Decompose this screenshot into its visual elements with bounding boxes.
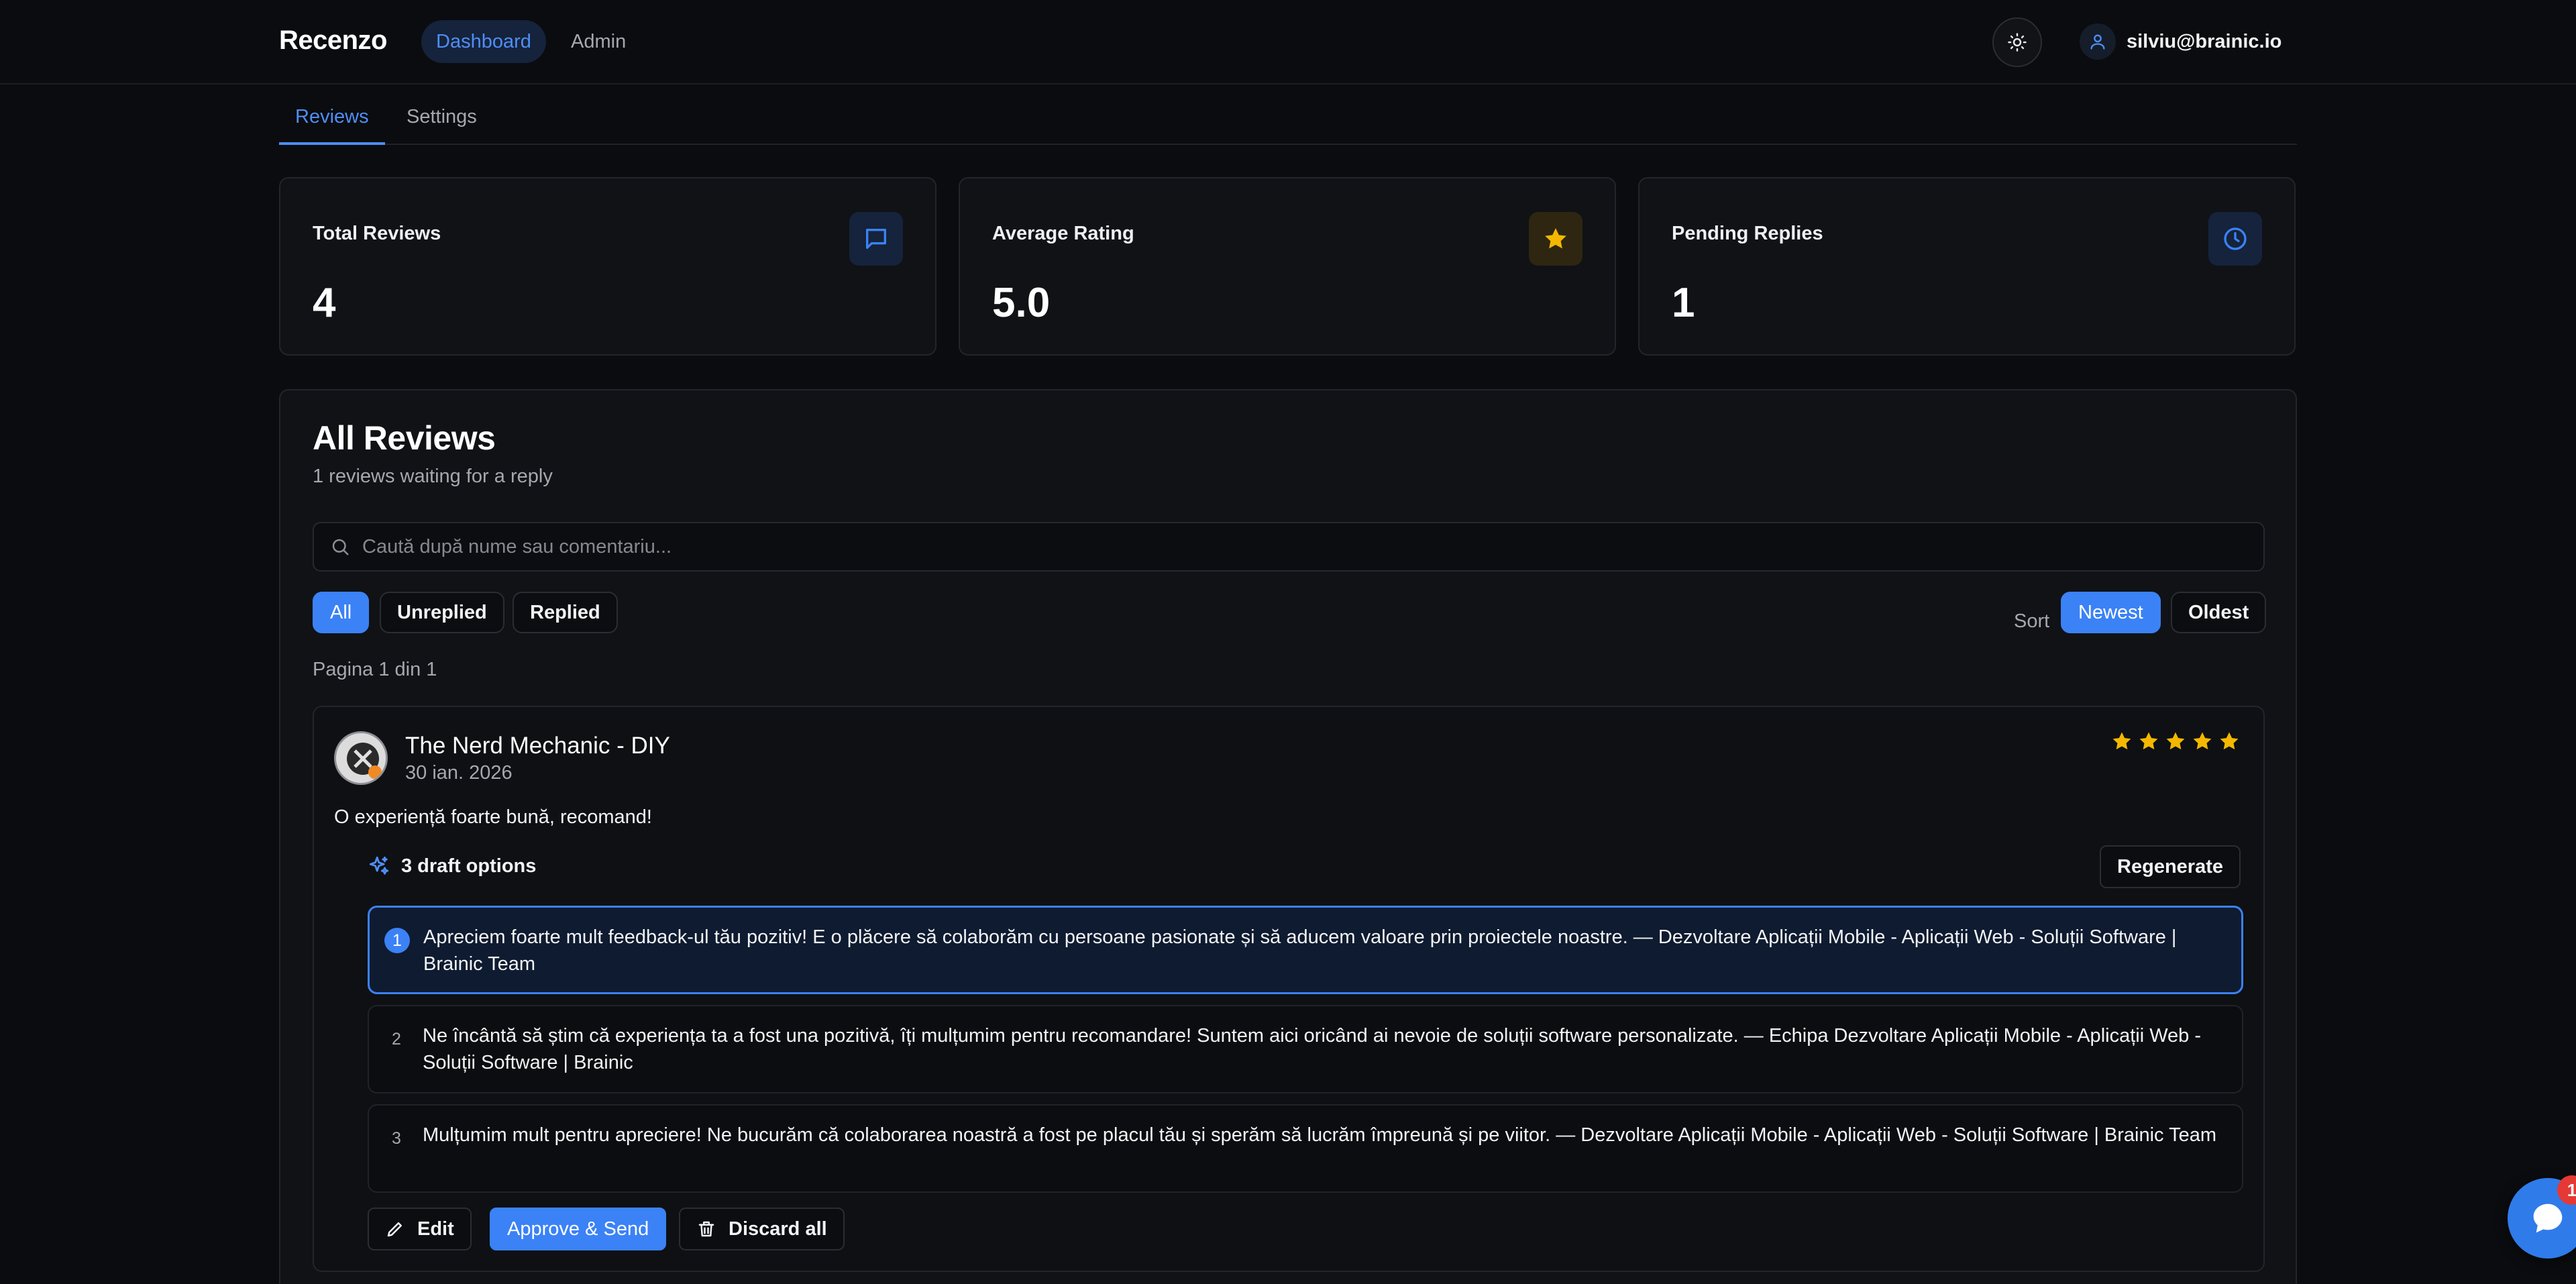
draft-option-1[interactable]: 1 Apreciem foarte mult feedback-ul tău p… [368,906,2243,994]
stat-value: 5.0 [992,280,1051,326]
nav-dashboard[interactable]: Dashboard [421,20,546,63]
stat-label: Pending Replies [1672,223,1823,244]
draft-number: 3 [392,1129,401,1148]
edit-label: Edit [417,1218,454,1240]
pencil-icon [387,1222,402,1237]
panel-title: All Reviews [313,419,496,457]
sort-label: Sort [2014,610,2050,632]
pagination-text: Pagina 1 din 1 [313,659,437,680]
star-icon [1529,212,1582,266]
star-icon [2220,732,2239,750]
discard-all-button[interactable]: Discard all [679,1208,845,1250]
stat-value: 1 [1672,280,1695,326]
review-text: O experiență foarte bună, recomand! [334,806,652,828]
top-navbar: Recenzo Dashboard Admin silviu@brainic.i… [0,0,2576,85]
sun-icon [2008,33,2027,52]
draft-option-3[interactable]: 3 Mulțumim mult pentru apreciere! Ne buc… [368,1104,2243,1193]
all-reviews-panel: All Reviews 1 reviews waiting for a repl… [279,389,2297,1284]
draft-text: Mulțumim mult pentru apreciere! Ne bucur… [423,1124,2217,1146]
star-icon [2139,732,2158,750]
star-icon [2193,732,2212,750]
user-email: silviu@brainic.io [2127,30,2282,52]
star-icon [2112,732,2131,750]
draft-number: 2 [392,1030,401,1049]
filter-unreplied[interactable]: Unreplied [380,592,504,633]
theme-toggle-button[interactable] [1992,17,2042,67]
stat-card-average-rating: Average Rating 5.0 [959,177,1616,356]
draft-count: 3 draft options [401,855,537,877]
draft-option-2[interactable]: 2 Ne încântă să știm că experiența ta a … [368,1005,2243,1093]
review-card: The Nerd Mechanic - DIY 30 ian. 2026 O e… [313,706,2265,1272]
search-input[interactable] [362,535,2241,558]
approve-send-button[interactable]: Approve & Send [490,1208,667,1250]
stat-value: 4 [313,280,336,326]
clock-icon [2208,212,2262,266]
rating-stars [2110,730,2241,753]
review-date: 30 ian. 2026 [405,762,513,784]
chat-bubble-icon [2533,1203,2563,1233]
sort-oldest[interactable]: Oldest [2171,592,2267,633]
brand-logo[interactable]: Recenzo [279,25,388,56]
stat-card-pending-replies: Pending Replies 1 [1638,177,2296,356]
sparkles-icon [369,856,389,875]
stat-label: Average Rating [992,223,1134,244]
search-field[interactable] [313,522,2265,572]
search-icon [332,539,349,555]
draft-text: Apreciem foarte mult feedback-ul tău poz… [423,926,2177,975]
panel-subtitle: 1 reviews waiting for a reply [313,466,553,487]
draft-text: Ne încântă să știm că experiența ta a fo… [423,1025,2202,1073]
nav-admin[interactable]: Admin [556,20,641,63]
user-icon [2080,23,2116,60]
draft-number: 1 [384,928,410,953]
reviewer-avatar [334,731,388,785]
discard-label: Discard all [729,1218,827,1240]
trash-icon [698,1221,714,1237]
star-icon [2166,732,2185,750]
reviewer-name: The Nerd Mechanic - DIY [405,733,670,759]
draft-header: 3 draft options [368,855,536,877]
page-tabs: Reviews Settings [279,85,2297,145]
filter-all[interactable]: All [313,592,370,633]
sort-newest[interactable]: Newest [2061,592,2161,633]
stat-label: Total Reviews [313,223,441,244]
tab-reviews[interactable]: Reviews [279,85,385,145]
user-menu[interactable]: silviu@brainic.io [2080,20,2282,63]
stat-card-total-reviews: Total Reviews 4 [279,177,936,356]
message-square-icon [849,212,903,266]
filter-replied[interactable]: Replied [513,592,618,633]
tab-settings[interactable]: Settings [390,85,493,145]
regenerate-button[interactable]: Regenerate [2100,845,2241,888]
edit-button[interactable]: Edit [368,1208,472,1250]
